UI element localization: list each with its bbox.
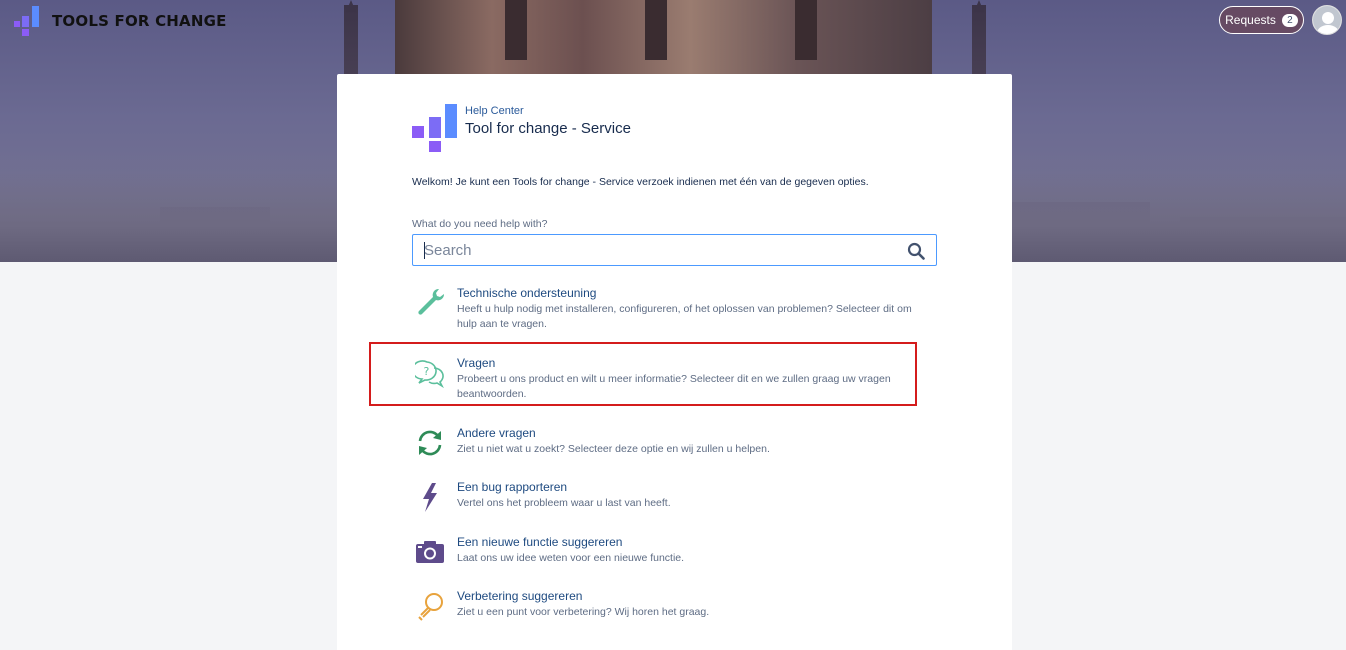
request-type-description: Laat ons uw idee weten voor een nieuwe f… [457, 552, 685, 564]
help-center-logo-icon [412, 104, 458, 154]
text-caret [424, 242, 425, 259]
search-field[interactable] [412, 234, 937, 266]
svg-text:?: ? [424, 365, 430, 378]
brand-logo-link[interactable]: TOOLS FOR CHANGE [14, 5, 227, 37]
request-type-technische-ondersteuning[interactable]: Technische ondersteuning Heeft u hulp no… [412, 286, 932, 336]
request-type-name: Vragen [457, 356, 496, 370]
help-center-link[interactable]: Help Center [465, 105, 631, 117]
lightbulb-icon [418, 593, 443, 621]
requests-count-badge: 2 [1281, 13, 1298, 27]
requests-label: Requests [1225, 13, 1276, 27]
help-center-header: Help Center Tool for change - Service [412, 104, 631, 154]
search-icon[interactable] [907, 242, 925, 260]
request-type-name: Een bug rapporteren [457, 480, 568, 494]
user-avatar-icon [1313, 6, 1341, 34]
request-type-nieuwe-functie[interactable]: Een nieuwe functie suggereren Laat ons u… [412, 535, 932, 569]
request-type-andere-vragen[interactable]: Andere vragen Ziet u niet wat u zoekt? S… [412, 426, 932, 460]
request-type-description: Probeert u ons product en wilt u meer in… [457, 373, 891, 400]
refresh-arrows-icon [418, 430, 442, 456]
help-center-card: Help Center Tool for change - Service We… [337, 74, 1012, 650]
search-label: What do you need help with? [412, 218, 548, 230]
wrench-icon [418, 288, 445, 315]
search-input[interactable] [413, 235, 893, 265]
request-type-name: Technische ondersteuning [457, 286, 597, 300]
camera-icon [416, 541, 444, 563]
request-type-description: Heeft u hulp nodig met installeren, conf… [457, 303, 912, 330]
question-bubbles-icon: ? [415, 360, 444, 388]
request-type-name: Een nieuwe functie suggereren [457, 535, 623, 549]
brand-logo-icon [14, 6, 46, 36]
request-type-verbetering-suggereren[interactable]: Verbetering suggereren Ziet u een punt v… [412, 589, 932, 623]
user-avatar[interactable] [1312, 5, 1342, 35]
request-type-vragen[interactable]: ? Vragen Probeert u ons product en wilt … [412, 356, 932, 406]
welcome-message: Welkom! Je kunt een Tools for change - S… [412, 176, 869, 188]
request-type-description: Vertel ons het probleem waar u last van … [457, 497, 671, 509]
request-type-description: Ziet u een punt voor verbetering? Wij ho… [457, 606, 710, 618]
lightning-bolt-icon [423, 483, 437, 512]
brand-name: TOOLS FOR CHANGE [52, 12, 227, 30]
page-title: Tool for change - Service [465, 120, 631, 137]
request-type-bug-rapporteren[interactable]: Een bug rapporteren Vertel ons het probl… [412, 480, 932, 514]
request-type-description: Ziet u niet wat u zoekt? Selecteer deze … [457, 443, 770, 455]
request-type-name: Andere vragen [457, 426, 536, 440]
requests-button[interactable]: Requests 2 [1219, 6, 1304, 34]
top-navigation: TOOLS FOR CHANGE Requests 2 [0, 0, 1346, 42]
request-type-name: Verbetering suggereren [457, 589, 583, 603]
